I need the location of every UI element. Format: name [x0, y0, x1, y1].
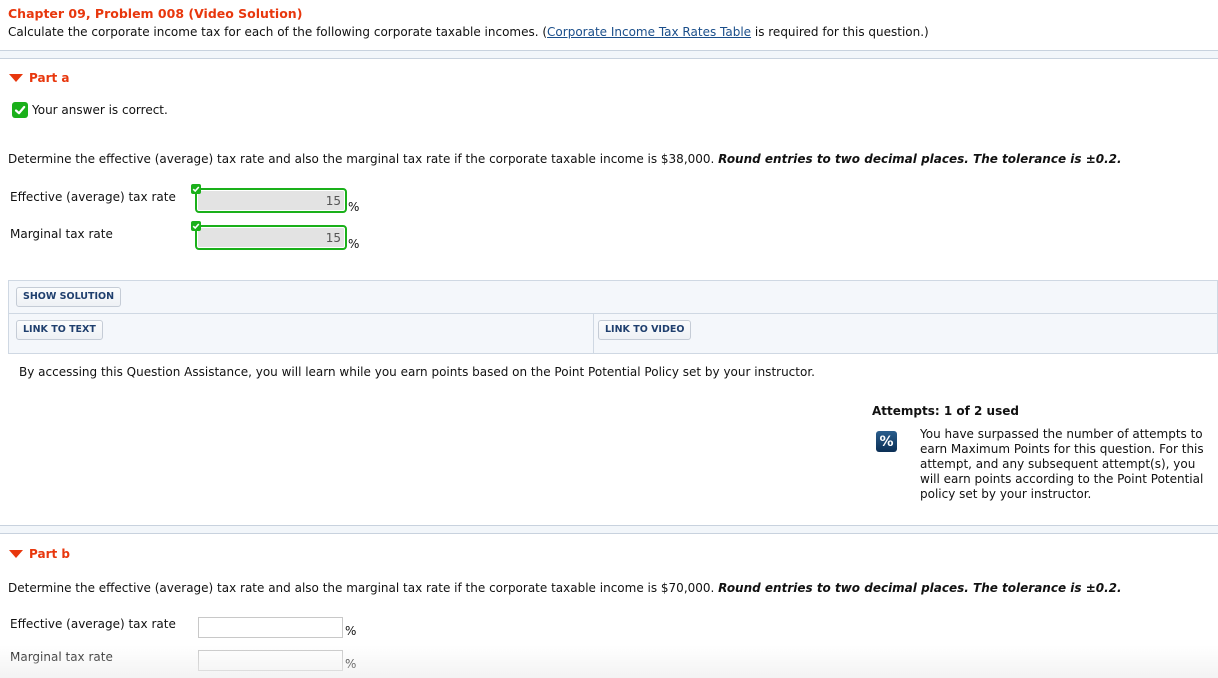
percent-unit: %	[345, 624, 357, 638]
description-text: Calculate the corporate income tax for e…	[8, 25, 548, 39]
marginal-rate-input-b[interactable]	[198, 650, 343, 671]
problem-description: Calculate the corporate income tax for e…	[8, 25, 929, 39]
attempts-message: You have surpassed the number of attempt…	[920, 427, 1204, 501]
correct-check-icon	[191, 184, 201, 194]
description-text-end: is required for this question.)	[751, 25, 929, 39]
part-b-toggle[interactable]: Part b	[9, 547, 70, 561]
part-a-heading: Part a	[29, 71, 70, 85]
percent-unit: %	[345, 657, 357, 671]
collapse-triangle-icon	[9, 74, 23, 82]
attempts-counter: Attempts: 1 of 2 used	[872, 404, 1019, 418]
question-text: Determine the effective (average) tax ra…	[8, 152, 719, 166]
tax-rates-table-link[interactable]: Corporate Income Tax Rates Table	[547, 25, 751, 39]
percent-unit: %	[348, 200, 360, 214]
part-b-heading: Part b	[29, 547, 70, 561]
effective-rate-input-b[interactable]	[198, 617, 343, 638]
assistance-row	[9, 281, 1217, 314]
effective-rate-label: Effective (average) tax rate	[10, 617, 176, 631]
assistance-note: By accessing this Question Assistance, y…	[19, 365, 815, 379]
marginal-rate-label: Marginal tax rate	[10, 650, 113, 664]
answer-status: Your answer is correct.	[12, 102, 168, 118]
link-to-video-button[interactable]: LINK TO VIDEO	[598, 320, 692, 340]
part-a-toggle[interactable]: Part a	[9, 71, 70, 85]
problem-title: Chapter 09, Problem 008 (Video Solution)	[8, 6, 303, 21]
show-solution-button[interactable]: SHOW SOLUTION	[16, 287, 122, 307]
marginal-rate-label: Marginal tax rate	[10, 227, 113, 241]
section-divider	[0, 50, 1218, 59]
percent-unit: %	[348, 237, 360, 251]
part-b-question: Determine the effective (average) tax ra…	[8, 581, 1122, 595]
effective-rate-input-a[interactable]	[195, 188, 347, 213]
percent-icon: %	[876, 431, 897, 452]
assistance-divider	[593, 314, 594, 354]
question-assistance-panel: SHOW SOLUTION LINK TO TEXT LINK TO VIDEO	[8, 280, 1218, 354]
collapse-triangle-icon	[9, 550, 23, 558]
question-text: Determine the effective (average) tax ra…	[8, 581, 719, 595]
status-text: Your answer is correct.	[32, 103, 168, 117]
question-instruction: Round entries to two decimal places. The…	[718, 581, 1122, 595]
section-divider	[0, 525, 1218, 534]
question-instruction: Round entries to two decimal places. The…	[718, 152, 1122, 166]
effective-rate-label: Effective (average) tax rate	[10, 190, 176, 204]
link-to-text-button[interactable]: LINK TO TEXT	[16, 320, 103, 340]
part-a-question: Determine the effective (average) tax ra…	[8, 152, 1122, 166]
bottom-fade	[0, 645, 1218, 678]
check-icon	[12, 102, 28, 118]
correct-check-icon	[191, 221, 201, 231]
marginal-rate-input-a[interactable]	[195, 225, 347, 250]
